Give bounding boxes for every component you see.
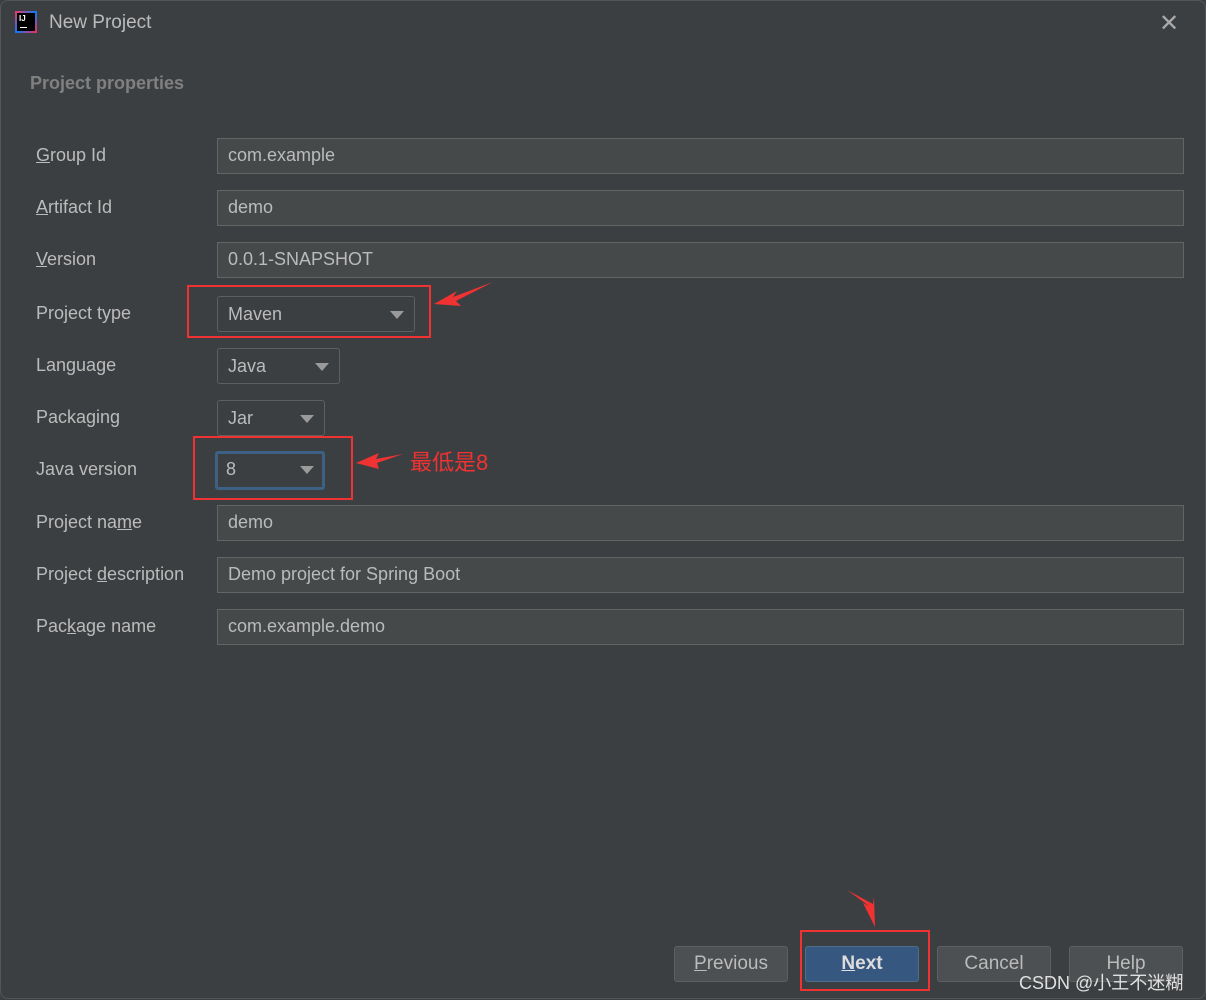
arrow-icon [356,453,403,469]
annotation-arrows [356,282,875,927]
new-project-dialog: IJ New Project ✕ Project properties Grou… [0,0,1206,999]
watermark: CSDN @小王不迷糊 [1019,973,1184,993]
annotation-note: 最低是8 [410,450,489,475]
arrow-icon [847,890,875,927]
arrow-icon [434,282,493,306]
previous-button[interactable]: Previous [674,946,788,982]
next-button[interactable]: Next [805,946,919,982]
